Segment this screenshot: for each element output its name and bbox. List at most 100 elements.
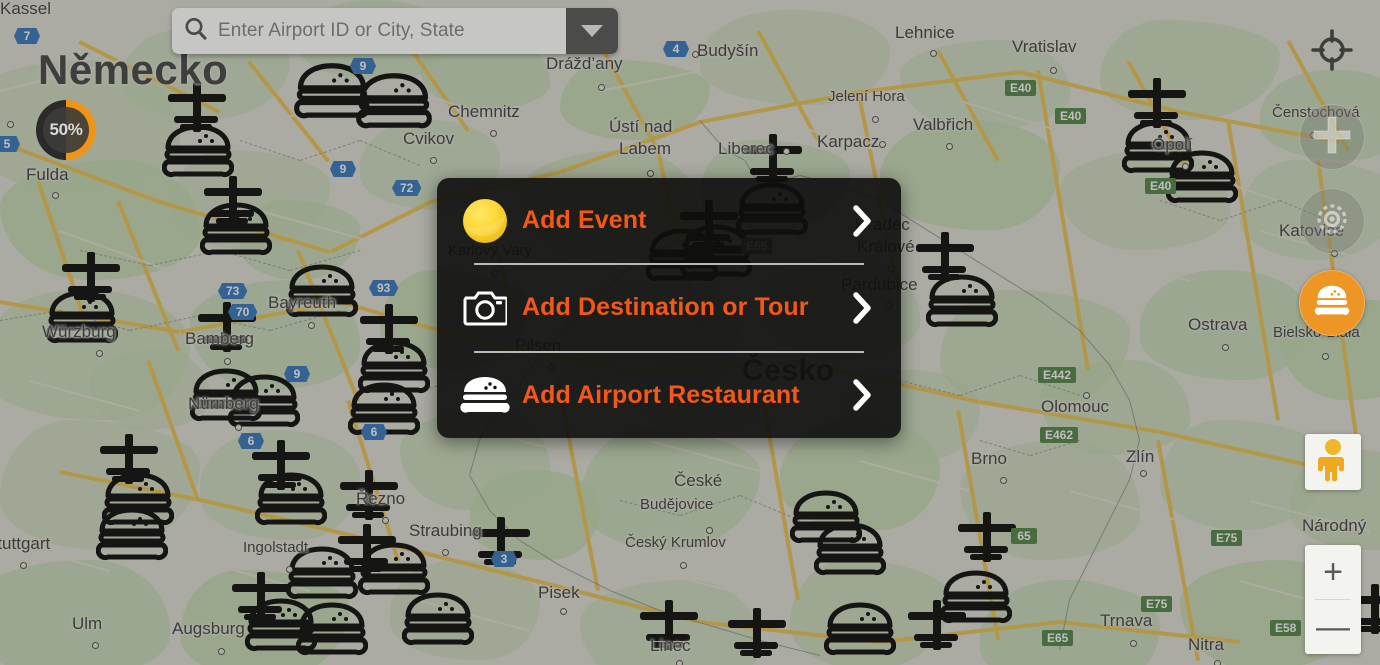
euro-route-shield: E40: [1005, 80, 1037, 96]
chevron-down-icon: [581, 25, 603, 37]
map-city-dot: [647, 170, 654, 177]
map-city-label: Fulda: [26, 165, 69, 184]
map-city-label: Chemnitz: [448, 102, 520, 121]
highway-shield: 93: [369, 280, 399, 296]
map-city-label: Labem: [619, 139, 671, 158]
map-city-dot: [92, 642, 99, 649]
locate-me-button[interactable]: [1308, 28, 1356, 76]
settings-button[interactable]: [1299, 188, 1365, 254]
map-city-dot: [598, 84, 605, 91]
chevron-right-icon: [842, 378, 882, 412]
map-marker-restaurant[interactable]: [356, 71, 432, 132]
map-city-label: Budyšín: [697, 41, 759, 60]
map-city-label: Olomouc: [1041, 397, 1110, 416]
map-city-label: Jelení Hora: [828, 88, 905, 105]
map-marker-restaurant[interactable]: [1166, 148, 1238, 206]
add-action-menu[interactable]: Add Event Add Destination or Tour Add Ai…: [437, 178, 901, 438]
highway-shield: 7: [14, 28, 40, 44]
highway-shield: 9: [284, 366, 310, 382]
highway-shield: 4: [663, 41, 689, 57]
map-city-dot: [1182, 163, 1189, 170]
highway-shield: 72: [392, 180, 422, 196]
map-city-label: Bayreuth: [268, 293, 337, 312]
gear-icon: [1311, 198, 1353, 245]
euro-route-shield: E75: [1141, 596, 1173, 612]
map-city-dot: [946, 143, 953, 150]
map-marker-airport[interactable]: [720, 604, 792, 662]
map-city-label: Ingolstadt: [243, 539, 309, 556]
map-city-dot: [783, 148, 790, 155]
map-city-label: Stuttgart: [0, 534, 51, 553]
euro-route-shield: 65: [1011, 528, 1037, 544]
search-bar[interactable]: Enter Airport ID or City, State: [172, 8, 618, 54]
map-city-label: Český Krumlov: [625, 534, 726, 551]
euro-route-shield: E462: [1040, 427, 1079, 443]
map-city-label: Zlín: [1126, 447, 1155, 466]
chevron-right-icon: [842, 291, 882, 325]
map-country-label: Německo: [38, 46, 229, 93]
street-view-pegman-button[interactable]: [1305, 434, 1361, 490]
search-category-dropdown[interactable]: [566, 8, 618, 54]
map-marker-restaurant[interactable]: [255, 470, 327, 528]
highway-shield: 6: [238, 433, 264, 449]
map-marker-restaurant[interactable]: [402, 590, 474, 648]
map-city-label: Lehnice: [895, 23, 955, 42]
highway-shield: 9: [330, 161, 356, 177]
map-city-label: Ústí nad: [609, 117, 673, 136]
map-city-label: Augsburg: [172, 619, 245, 638]
burger-icon: [456, 373, 514, 417]
progress-percent-label: 50%: [49, 120, 83, 139]
map-city-label: Řezno: [356, 489, 406, 508]
map-city-dot: [930, 50, 937, 57]
menu-item-add-destination-or-tour-label: Add Destination or Tour: [522, 293, 809, 322]
map-city-label: Opolí: [1152, 135, 1193, 154]
map-city-label: Bamberg: [185, 329, 254, 348]
map-marker-restaurant[interactable]: [96, 505, 168, 563]
map-city-label: Kassel: [0, 0, 52, 18]
menu-item-add-event[interactable]: Add Event: [456, 178, 882, 263]
highway-shield: 3: [491, 551, 517, 567]
map-city-label: Linec: [650, 636, 691, 655]
map-city-dot: [224, 358, 231, 365]
menu-item-add-airport-restaurant[interactable]: Add Airport Restaurant: [456, 353, 882, 438]
map-city-label: Valbřich: [913, 115, 974, 134]
map-city-dot: [7, 121, 14, 128]
map-city-dot: [430, 157, 437, 164]
map-city-dot: [235, 424, 242, 431]
search-field[interactable]: Enter Airport ID or City, State: [172, 8, 566, 54]
menu-item-add-destination-or-tour[interactable]: Add Destination or Tour: [456, 265, 882, 350]
plus-icon: [1310, 113, 1354, 162]
zoom-controls[interactable]: + —: [1305, 545, 1361, 654]
crosshair-target-icon: [1309, 27, 1355, 78]
chevron-right-icon: [842, 204, 882, 238]
map-city-label: Drážd’any: [546, 54, 623, 73]
zoom-out-button[interactable]: —: [1305, 600, 1361, 654]
terrain-patch: [580, 430, 760, 550]
map-city-dot: [1222, 344, 1229, 351]
map-city-dot: [1083, 392, 1090, 399]
map-city-dot: [676, 660, 683, 665]
pegman-street-view-icon: [1315, 438, 1351, 487]
map-city-label: Budějovice: [640, 496, 714, 513]
restaurants-button[interactable]: [1299, 270, 1365, 336]
map-city-dot: [1000, 477, 1007, 484]
map-marker-restaurant[interactable]: [926, 272, 998, 330]
administrative-border: [300, 140, 361, 161]
map-marker-restaurant[interactable]: [940, 568, 1012, 626]
map-marker-restaurant[interactable]: [200, 200, 272, 258]
menu-item-add-airport-restaurant-label: Add Airport Restaurant: [522, 380, 800, 409]
map-city-label: Vratislav: [1012, 37, 1077, 56]
loading-progress-indicator: 50%: [36, 100, 96, 160]
map-marker-restaurant[interactable]: [824, 600, 896, 658]
terrain-patch: [0, 560, 170, 665]
search-input[interactable]: Enter Airport ID or City, State: [218, 20, 465, 42]
map-city-dot: [382, 517, 389, 524]
map-city-label: Národný: [1302, 516, 1367, 535]
map-marker-restaurant[interactable]: [814, 520, 886, 578]
map-city-dot: [879, 141, 886, 148]
zoom-in-button[interactable]: +: [1305, 545, 1361, 599]
add-button[interactable]: [1299, 104, 1365, 170]
map-marker-restaurant[interactable]: [296, 600, 368, 658]
camera-icon: [456, 289, 514, 327]
map-city-label: Pisek: [538, 583, 580, 602]
